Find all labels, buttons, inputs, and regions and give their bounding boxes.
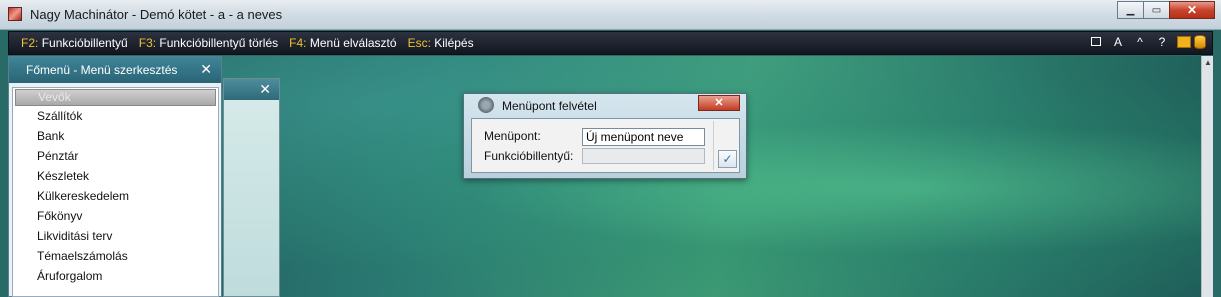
window-titlebar: Nagy Machinátor - Demó kötet - a - a nev… [0,0,1221,30]
menu-item-fokonyv[interactable]: Főkönyv [13,206,218,226]
function-key-bar: F2: Funkcióbillentyű F3: Funkcióbillenty… [8,31,1213,55]
menu-item-likviditasi-terv[interactable]: Likviditási terv [13,226,218,246]
menu-item-bank[interactable]: Bank [13,126,218,146]
font-size-button[interactable]: A [1107,35,1129,49]
window-title: Nagy Machinátor - Demó kötet - a - a nev… [30,7,283,22]
collapse-up-button[interactable]: ^ [1129,35,1151,49]
menu-item-penztar[interactable]: Pénztár [13,146,218,166]
dialog-title: Menüpont felvétel [502,99,597,113]
maximize-button[interactable]: ▭ [1143,1,1170,19]
database-icon[interactable] [1194,35,1206,49]
fkey-f2-key: F2: [21,36,39,50]
function-key-input[interactable] [582,148,705,164]
menu-item-szallitok[interactable]: Szállítók [13,106,218,126]
fkey-f2-label: Funkcióbillentyű [41,36,128,50]
gear-icon [478,97,494,113]
main-menu-close-icon[interactable]: ✕ [200,61,212,78]
app-icon [8,7,22,21]
help-button[interactable]: ? [1151,35,1173,49]
main-menu-title: Főmenü - Menü szerkesztés [26,63,178,77]
function-key-list: F2: Funkcióbillentyű F3: Funkcióbillenty… [21,36,485,50]
dialog-divider [713,121,714,170]
close-window-button[interactable]: ✕ [1169,1,1215,19]
menu-item-kulkereskedelem[interactable]: Külkereskedelem [13,186,218,206]
secondary-panel-header: ✕ [224,79,279,100]
add-menu-item-dialog: Menüpont felvétel ✕ Menüpont: Funkcióbil… [463,93,747,179]
scroll-up-icon[interactable]: ▲ [1204,58,1212,67]
menu-item-name-input[interactable] [582,128,705,146]
toolbar-right-tools: A ^ ? [1085,35,1206,49]
fkey-f2[interactable]: F2: Funkcióbillentyű [21,36,128,50]
menu-item-temaelszamolas[interactable]: Témaelszámolás [13,246,218,266]
menu-item-aruforgalom[interactable]: Áruforgalom [13,266,218,286]
main-menu-list: Vevők Szállítók Bank Pénztár Készletek K… [12,87,219,297]
fkey-f3-key: F3: [138,36,157,50]
secondary-panel: ✕ [223,78,280,297]
fkey-esc[interactable]: Esc: Kilépés [408,36,474,50]
fkey-f4-label: Menü elválasztó [309,36,397,50]
fkey-f3[interactable]: F3: Funkcióbillentyű törlés [139,36,278,50]
menu-item-vevok[interactable]: Vevők [15,89,216,106]
caption-buttons: ▁ ▭ ✕ [1117,1,1215,19]
fkey-esc-key: Esc: [407,36,431,50]
fkey-f4-key: F4: [289,36,307,50]
confirm-button[interactable]: ✓ [718,150,737,168]
fkey-f4[interactable]: F4: Menü elválasztó [289,36,396,50]
secondary-panel-close-icon[interactable]: ✕ [259,81,271,98]
desktop-scrollbar[interactable]: ▲ [1201,56,1213,297]
menu-item-name-label: Menüpont: [484,129,541,143]
menu-item-keszletek[interactable]: Készletek [13,166,218,186]
main-menu-header: Főmenü - Menü szerkesztés ✕ [9,57,221,83]
function-key-label: Funkcióbillentyű: [484,149,574,163]
dialog-close-button[interactable]: ✕ [698,95,740,111]
fkey-esc-label: Kilépés [434,36,474,50]
folder-icon[interactable] [1177,36,1191,48]
minimize-button[interactable]: ▁ [1117,1,1144,19]
main-menu-panel: Főmenü - Menü szerkesztés ✕ Vevők Szállí… [8,56,222,297]
dialog-body: Menüpont: Funkcióbillentyű: ✓ [471,118,740,173]
fkey-f3-label: Funkcióbillentyű törlés [159,36,279,50]
window-mode-icon[interactable] [1085,35,1107,49]
